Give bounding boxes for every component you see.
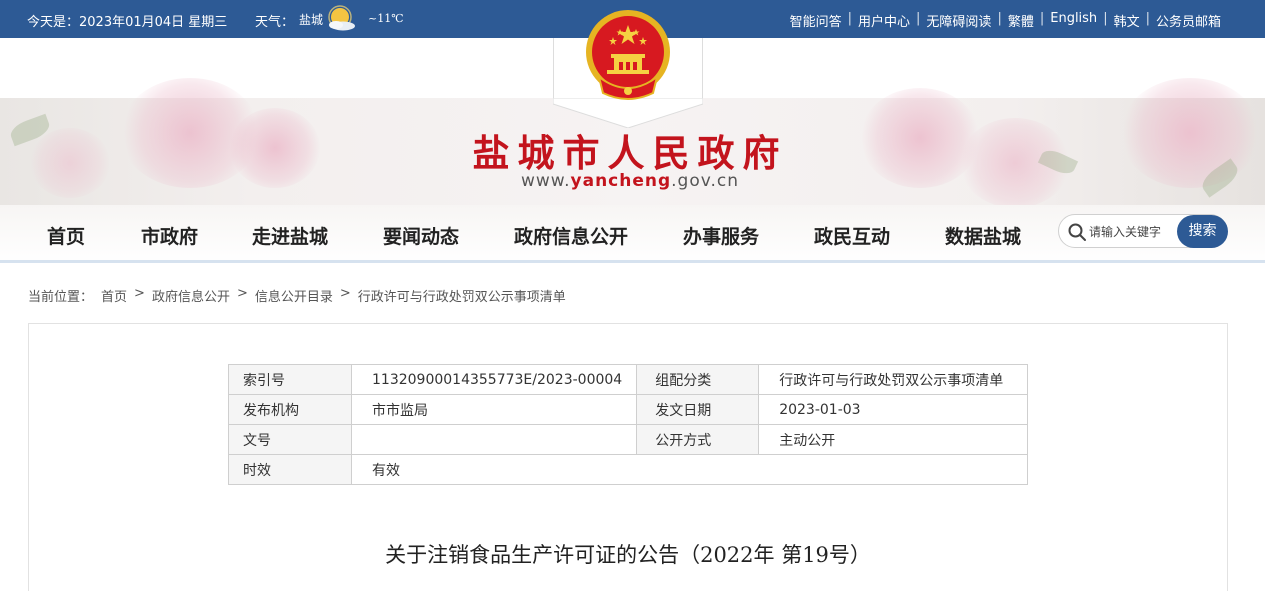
- search-input[interactable]: [1089, 222, 1179, 242]
- breadcrumb-separator: >: [134, 286, 145, 301]
- top-link-traditional[interactable]: 繁體: [1008, 11, 1034, 30]
- top-link-qa[interactable]: 智能问答: [790, 11, 842, 30]
- nav-item-gov-info-disclosure[interactable]: 政府信息公开: [514, 222, 628, 249]
- top-link-staff-mail[interactable]: 公务员邮箱: [1156, 11, 1221, 30]
- date-label: 发文日期: [636, 394, 760, 425]
- top-link-user-center[interactable]: 用户中心: [858, 11, 910, 30]
- weather-city: 盐城: [299, 13, 324, 27]
- separator: |: [1145, 11, 1150, 26]
- index-label: 索引号: [228, 364, 352, 395]
- site-url: www.yancheng.gov.cn: [460, 171, 800, 191]
- publisher-value: 市市监局: [350, 394, 638, 425]
- weather-label: 天气：: [255, 15, 295, 30]
- table-row: 文号 公开方式 主动公开: [228, 424, 1028, 455]
- breadcrumb: 当前位置： 首页 > 政府信息公开 > 信息公开目录 > 行政许可与行政处罚双公…: [28, 286, 566, 305]
- nav-item-city-government[interactable]: 市政府: [141, 222, 198, 249]
- national-emblem-icon[interactable]: [583, 7, 673, 107]
- category-value: 行政许可与行政处罚双公示事项清单: [758, 364, 1028, 395]
- blossom-decoration: [30, 128, 110, 198]
- validity-label: 时效: [228, 454, 352, 485]
- date-value: 2023-01-03: [758, 394, 1028, 425]
- top-link-accessibility[interactable]: 无障碍阅读: [926, 11, 991, 30]
- site-url-domain: yancheng: [570, 171, 672, 191]
- docno-value: [350, 424, 638, 455]
- weather-temperature: ~11℃: [368, 12, 404, 25]
- separator: |: [1039, 11, 1045, 26]
- nav-item-home[interactable]: 首页: [47, 222, 85, 249]
- disclosure-label: 公开方式: [636, 424, 760, 455]
- nav-item-news[interactable]: 要闻动态: [383, 222, 459, 249]
- top-link-korean[interactable]: 韩文: [1114, 11, 1140, 30]
- breadcrumb-separator: >: [236, 286, 248, 301]
- sun-cloud-icon: [328, 5, 355, 31]
- blossom-decoration: [1120, 78, 1260, 188]
- table-row: 发布机构 市市监局 发文日期 2023-01-03: [228, 394, 1028, 425]
- disclosure-value: 主动公开: [758, 424, 1028, 455]
- separator: |: [916, 11, 921, 26]
- blossom-decoration: [230, 108, 320, 188]
- document-metadata-table: 索引号 11320900014355773E/2023-00004 组配分类 行…: [228, 364, 1028, 485]
- nav-item-interaction[interactable]: 政民互动: [814, 222, 890, 249]
- search-button[interactable]: 搜索: [1177, 215, 1228, 248]
- breadcrumb-label: 当前位置：: [28, 290, 94, 305]
- site-title: 盐城市人民政府: [472, 132, 788, 175]
- breadcrumb-catalog[interactable]: 信息公开目录: [255, 286, 333, 305]
- docno-label: 文号: [228, 424, 352, 455]
- search-box: 搜索: [1058, 214, 1228, 248]
- top-links: 智能问答 | 用户中心 | 无障碍阅读 | 繁體 | English | 韩文 | 公务员邮…: [790, 11, 1221, 30]
- publisher-label: 发布机构: [228, 394, 352, 425]
- top-link-english[interactable]: English: [1050, 11, 1097, 30]
- search-icon: [1068, 223, 1086, 241]
- breadcrumb-gov-info[interactable]: 政府信息公开: [152, 286, 230, 305]
- nav-item-data-yancheng[interactable]: 数据盐城: [945, 222, 1021, 249]
- nav-item-about-yancheng[interactable]: 走进盐城: [252, 222, 328, 249]
- validity-value: 有效: [351, 454, 1028, 485]
- index-value: 11320900014355773E/2023-00004: [350, 364, 638, 395]
- breadcrumb-separator: >: [339, 286, 351, 301]
- separator: |: [997, 11, 1002, 26]
- article-title: 关于注销食品生产许可证的公告（2022年 第19号）: [385, 543, 871, 567]
- table-row: 时效 有效: [228, 454, 1028, 485]
- site-url-prefix: www.: [520, 171, 571, 191]
- category-label: 组配分类: [636, 364, 760, 395]
- separator: |: [847, 11, 853, 26]
- breadcrumb-current[interactable]: 行政许可与行政处罚双公示事项清单: [358, 286, 566, 305]
- site-url-suffix: .gov.cn: [671, 171, 740, 191]
- current-date: 今天是：2023年01月04日 星期三: [27, 15, 228, 30]
- table-row: 索引号 11320900014355773E/2023-00004 组配分类 行…: [228, 364, 1028, 395]
- nav-item-services[interactable]: 办事服务: [683, 222, 759, 249]
- breadcrumb-home[interactable]: 首页: [101, 286, 127, 305]
- separator: |: [1103, 11, 1108, 26]
- nav-divider: [0, 260, 1265, 263]
